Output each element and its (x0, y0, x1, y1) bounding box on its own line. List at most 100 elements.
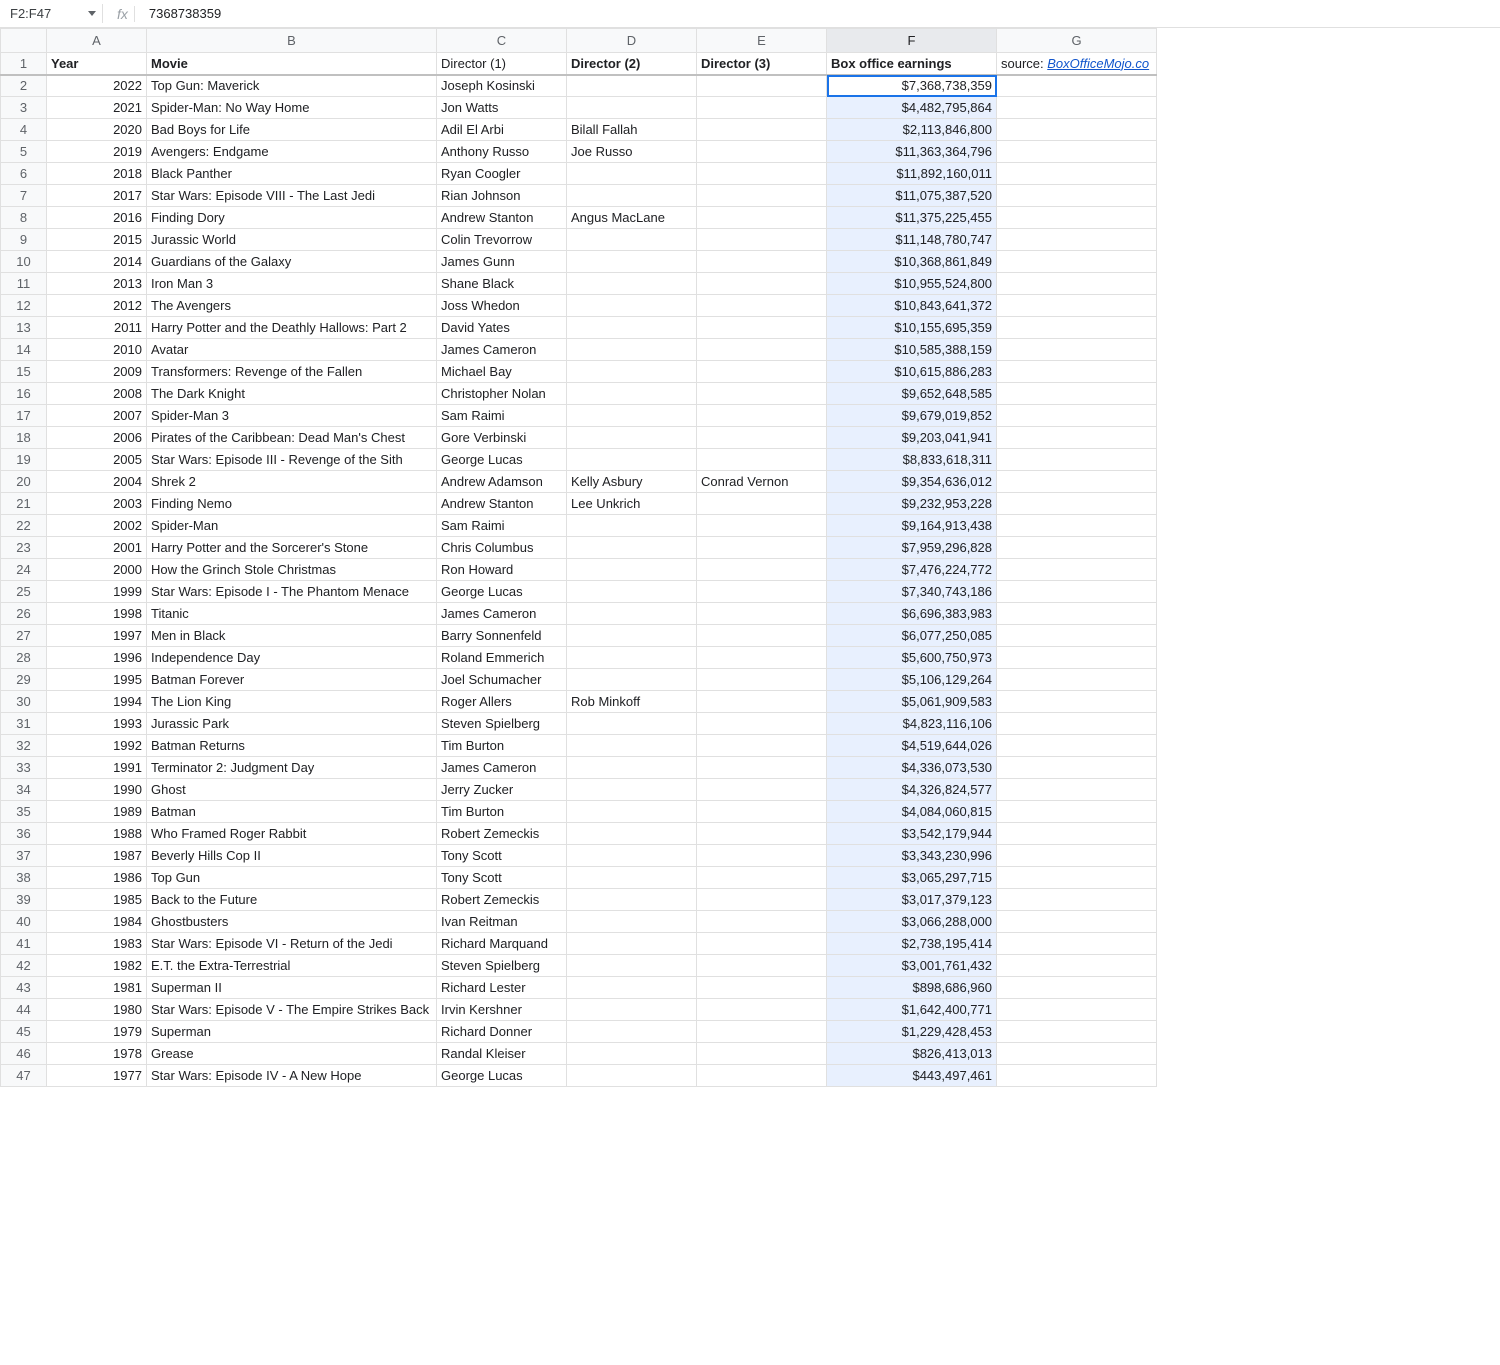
header-d2[interactable]: Director (2) (567, 53, 697, 75)
row-header[interactable]: 33 (1, 757, 47, 779)
cell-d2[interactable] (567, 515, 697, 537)
cell-empty-g[interactable] (997, 537, 1157, 559)
cell-empty-g[interactable] (997, 955, 1157, 977)
cell-earnings[interactable]: $3,066,288,000 (827, 911, 997, 933)
cell-d2[interactable] (567, 559, 697, 581)
cell-empty-g[interactable] (997, 625, 1157, 647)
row-header[interactable]: 27 (1, 625, 47, 647)
row-header[interactable]: 3 (1, 97, 47, 119)
row-header[interactable]: 14 (1, 339, 47, 361)
row-header[interactable]: 16 (1, 383, 47, 405)
cell-d3[interactable] (697, 735, 827, 757)
cell-d2[interactable] (567, 999, 697, 1021)
row-header[interactable]: 12 (1, 295, 47, 317)
cell-year[interactable]: 2018 (47, 163, 147, 185)
cell-d1[interactable]: Andrew Stanton (437, 207, 567, 229)
cell-movie[interactable]: Finding Dory (147, 207, 437, 229)
cell-movie[interactable]: Superman (147, 1021, 437, 1043)
cell-d3[interactable] (697, 229, 827, 251)
row-header[interactable]: 2 (1, 75, 47, 97)
cell-year[interactable]: 1996 (47, 647, 147, 669)
header-source[interactable]: source: BoxOfficeMojo.co (997, 53, 1157, 75)
cell-movie[interactable]: Star Wars: Episode IV - A New Hope (147, 1065, 437, 1087)
cell-d1[interactable]: Tony Scott (437, 845, 567, 867)
cell-d1[interactable]: Richard Donner (437, 1021, 567, 1043)
cell-d2[interactable] (567, 339, 697, 361)
cell-earnings[interactable]: $7,368,738,359 (827, 75, 997, 97)
cell-movie[interactable]: Star Wars: Episode VI - Return of the Je… (147, 933, 437, 955)
cell-earnings[interactable]: $11,148,780,747 (827, 229, 997, 251)
cell-movie[interactable]: Iron Man 3 (147, 273, 437, 295)
cell-earnings[interactable]: $10,368,861,849 (827, 251, 997, 273)
cell-movie[interactable]: Batman (147, 801, 437, 823)
cell-earnings[interactable]: $5,061,909,583 (827, 691, 997, 713)
cell-empty-g[interactable] (997, 889, 1157, 911)
cell-movie[interactable]: Terminator 2: Judgment Day (147, 757, 437, 779)
header-earnings[interactable]: Box office earnings (827, 53, 997, 75)
cell-d1[interactable]: Chris Columbus (437, 537, 567, 559)
row-header[interactable]: 47 (1, 1065, 47, 1087)
cell-empty-g[interactable] (997, 801, 1157, 823)
cell-d1[interactable]: Jerry Zucker (437, 779, 567, 801)
cell-d1[interactable]: James Cameron (437, 339, 567, 361)
cell-d3[interactable] (697, 405, 827, 427)
cell-movie[interactable]: The Dark Knight (147, 383, 437, 405)
cell-empty-g[interactable] (997, 603, 1157, 625)
header-d3[interactable]: Director (3) (697, 53, 827, 75)
formula-input[interactable] (143, 4, 1494, 23)
cell-empty-g[interactable] (997, 383, 1157, 405)
cell-d2[interactable] (567, 427, 697, 449)
cell-empty-g[interactable] (997, 757, 1157, 779)
cell-year[interactable]: 2021 (47, 97, 147, 119)
cell-year[interactable]: 1991 (47, 757, 147, 779)
cell-empty-g[interactable] (997, 669, 1157, 691)
cell-earnings[interactable]: $10,843,641,372 (827, 295, 997, 317)
cell-movie[interactable]: Independence Day (147, 647, 437, 669)
cell-d2[interactable] (567, 1021, 697, 1043)
cell-movie[interactable]: The Lion King (147, 691, 437, 713)
cell-d1[interactable]: Joss Whedon (437, 295, 567, 317)
cell-d3[interactable] (697, 295, 827, 317)
row-header[interactable]: 13 (1, 317, 47, 339)
cell-d1[interactable]: George Lucas (437, 1065, 567, 1087)
cell-d3[interactable] (697, 273, 827, 295)
cell-d1[interactable]: David Yates (437, 317, 567, 339)
cell-d1[interactable]: Irvin Kershner (437, 999, 567, 1021)
cell-d1[interactable]: Roland Emmerich (437, 647, 567, 669)
row-header[interactable]: 35 (1, 801, 47, 823)
cell-movie[interactable]: Ghost (147, 779, 437, 801)
cell-earnings[interactable]: $3,001,761,432 (827, 955, 997, 977)
cell-d1[interactable]: Robert Zemeckis (437, 889, 567, 911)
cell-d1[interactable]: Steven Spielberg (437, 955, 567, 977)
cell-movie[interactable]: Transformers: Revenge of the Fallen (147, 361, 437, 383)
row-header[interactable]: 26 (1, 603, 47, 625)
row-header[interactable]: 31 (1, 713, 47, 735)
row-header[interactable]: 1 (1, 53, 47, 75)
cell-empty-g[interactable] (997, 823, 1157, 845)
row-header[interactable]: 38 (1, 867, 47, 889)
row-header[interactable]: 10 (1, 251, 47, 273)
cell-d1[interactable]: James Cameron (437, 757, 567, 779)
row-header[interactable]: 42 (1, 955, 47, 977)
cell-d2[interactable] (567, 889, 697, 911)
cell-d1[interactable]: Tim Burton (437, 735, 567, 757)
cell-d2[interactable]: Joe Russo (567, 141, 697, 163)
cell-year[interactable]: 2000 (47, 559, 147, 581)
cell-d2[interactable] (567, 383, 697, 405)
cell-d2[interactable] (567, 669, 697, 691)
cell-empty-g[interactable] (997, 977, 1157, 999)
cell-d2[interactable] (567, 163, 697, 185)
row-header[interactable]: 4 (1, 119, 47, 141)
cell-empty-g[interactable] (997, 251, 1157, 273)
cell-earnings[interactable]: $5,600,750,973 (827, 647, 997, 669)
row-header[interactable]: 24 (1, 559, 47, 581)
source-link[interactable]: BoxOfficeMojo.co (1047, 56, 1149, 71)
cell-movie[interactable]: Star Wars: Episode I - The Phantom Menac… (147, 581, 437, 603)
cell-empty-g[interactable] (997, 273, 1157, 295)
col-header-E[interactable]: E (697, 29, 827, 53)
cell-year[interactable]: 1987 (47, 845, 147, 867)
cell-d1[interactable]: Christopher Nolan (437, 383, 567, 405)
cell-earnings[interactable]: $443,497,461 (827, 1065, 997, 1087)
cell-earnings[interactable]: $7,959,296,828 (827, 537, 997, 559)
cell-earnings[interactable]: $11,375,225,455 (827, 207, 997, 229)
